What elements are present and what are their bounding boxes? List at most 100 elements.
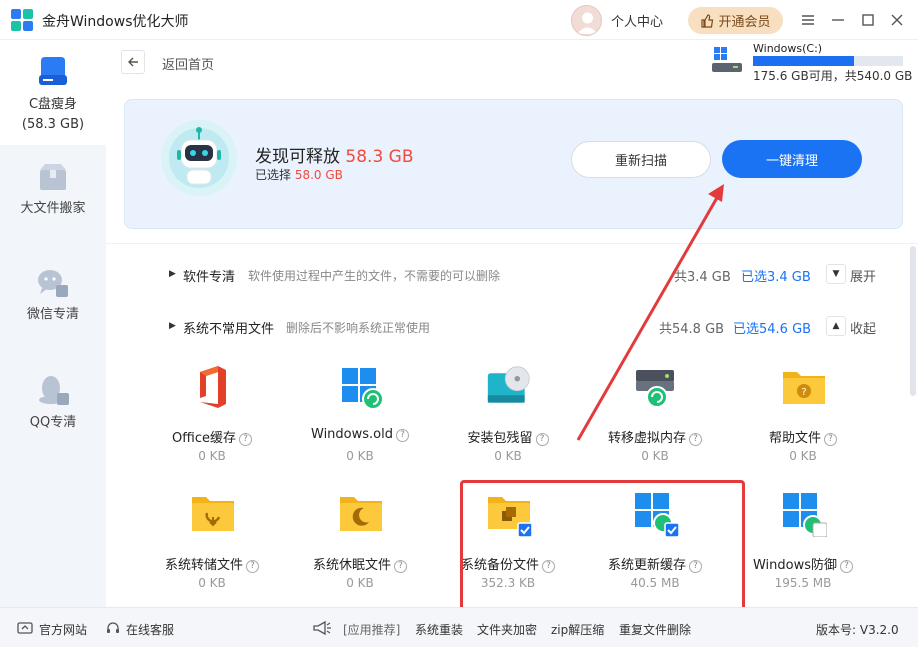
scrollbar[interactable] [910,246,916,396]
section-desc: 软件使用过程中产生的文件，不需要的可以删除 [248,269,501,283]
vip-button-label: 开通会员 [718,15,771,30]
section-toggle-label[interactable]: 展开 [850,266,876,285]
disk-name: Windows(C:) [753,42,823,55]
box-icon [40,164,66,190]
qq-penguin-icon [39,376,69,405]
app-logo-icon [11,9,33,31]
sidebar-item-qq[interactable]: QQ专清 [0,373,106,443]
svg-text:?: ? [801,387,806,398]
tile-name: 转移虚拟内存? [590,427,720,446]
collapse-toggle-button[interactable]: ▲ [826,316,846,336]
sidebar-item-label: 微信专清 [26,307,79,322]
app-recommend-label: [应用推荐] [343,623,401,637]
section-toggle-label[interactable]: 收起 [850,318,876,337]
home-site-icon [17,622,33,634]
top-bar: 返回首页 Windows(C:) 175.6 GB可用，共540.0 GB [106,41,918,93]
tile-system-dump[interactable]: 系统转储文件? 0 KB [147,491,277,601]
section-total: 共3.4 GB [674,270,731,285]
official-site-link[interactable]: 官方网站 [39,621,87,638]
main-panel: 返回首页 Windows(C:) 175.6 GB可用，共540.0 GB 发现… [106,41,918,642]
close-icon [891,14,903,26]
found-title: 发现可释放 58.3 GB [255,142,414,167]
selected-size: 58.0 GB [294,168,343,182]
close-button[interactable] [887,10,907,30]
expand-toggle-button[interactable]: ▼ [826,264,846,284]
tile-size: 195.5 MB [774,576,832,590]
maximize-button[interactable] [858,10,878,30]
sidebar-item-big-file[interactable]: 大文件搬家 [0,161,106,231]
rescan-button[interactable]: 重新扫描 [571,141,711,178]
tile-size: 0 KB [346,576,374,590]
tile-size: 0 KB [494,449,522,463]
windows-drive-icon [712,47,742,72]
tile-name-text: 安装包残留 [467,431,533,446]
minimize-button[interactable] [828,10,848,30]
headset-icon [107,622,119,633]
section-selected: 已选54.6 GB [733,322,812,337]
section-title: 软件专清 [183,270,236,285]
moon-folder-icon [340,497,382,531]
footer-link-folder-encrypt[interactable]: 文件夹加密 [477,621,537,638]
sidebar-item-label: QQ专清 [29,415,77,430]
help-icon[interactable]: ? [238,433,252,446]
tile-install-package[interactable]: 安装包残留? 0 KB [443,364,573,474]
online-service-link[interactable]: 在线客服 [126,621,174,638]
footer-link-duplicate-delete[interactable]: 重复文件删除 [619,621,691,638]
footer-link-system-reinstall[interactable]: 系统重装 [415,621,463,638]
windows-refresh-icon [342,368,384,410]
tile-office-cache[interactable]: Office缓存? 0 KB [147,364,277,474]
section-software: ▶ 软件专清 软件使用过程中产生的文件，不需要的可以删除 共3.4 GB 已选3… [169,264,889,286]
selected-summary: 已选择 58.0 GB [255,166,343,183]
tile-system-hibernate[interactable]: 系统休眠文件? 0 KB [295,491,425,601]
tile-windows-defender[interactable]: Windows防御? 195.5 MB [738,491,868,601]
footer-link-zip[interactable]: zip解压缩 [551,621,604,638]
vip-button[interactable]: 开通会员 [688,7,783,34]
app-title: 金舟Windows优化大师 [42,14,189,30]
tile-name-text: Windows.old [311,427,393,442]
minimize-icon [832,19,844,21]
help-icon[interactable]: ? [689,433,702,446]
tile-name-text: 系统休眠文件 [312,558,391,573]
menu-button[interactable] [798,10,818,30]
tile-size: 0 KB [789,449,817,463]
section-total: 共54.8 GB [659,322,725,337]
user-center-link[interactable]: 个人中心 [611,11,663,30]
wechat-icon [38,270,68,297]
thumbs-up-icon [701,13,714,28]
drive-icon [39,57,67,85]
found-title-prefix: 发现可释放 [255,147,340,167]
section-desc: 删除后不影响系统正常使用 [286,321,431,335]
tile-name-text: Office缓存 [172,431,236,446]
hard-drive-transfer-icon [636,370,674,408]
version-label: 版本号: V3.2.0 [816,623,899,637]
help-folder-icon: ? [783,372,825,404]
tile-windows-old[interactable]: Windows.old? 0 KB [295,364,425,474]
tile-name-text: Windows防御 [752,558,838,573]
tile-name-text: 系统转储文件 [164,558,243,573]
tile-help-files[interactable]: ? 帮助文件? 0 KB [738,364,868,474]
help-icon[interactable]: ? [246,560,259,573]
back-button[interactable] [121,50,145,74]
disk-usage-text: 175.6 GB可用，共540.0 GB [753,69,913,83]
help-icon[interactable]: ? [395,429,409,442]
sidebar: C盘瘦身 (58.3 GB) 大文件搬家 微信专清 QQ专清 [0,41,106,607]
tile-virtual-memory[interactable]: 转移虚拟内存? 0 KB [590,364,720,474]
tile-size: 0 KB [198,449,226,463]
help-icon[interactable]: ? [840,560,854,573]
tile-name-text: 转移虚拟内存 [607,431,686,446]
tile-size: 0 KB [346,449,374,463]
one-click-clean-button[interactable]: 一键清理 [722,140,862,178]
sidebar-item-c-drive[interactable]: C盘瘦身 (58.3 GB) [0,41,106,145]
divider [106,243,918,244]
megaphone-icon [313,620,331,636]
sidebar-item-wechat[interactable]: 微信专清 [0,267,106,337]
section-expand-arrow-icon[interactable]: ▶ [169,269,176,279]
help-icon[interactable]: ? [394,560,407,573]
disc-package-icon [487,366,530,403]
back-home-link[interactable]: 返回首页 [162,54,214,73]
help-icon[interactable]: ? [824,433,837,446]
section-expand-arrow-icon[interactable]: ▶ [169,321,176,331]
avatar[interactable] [571,5,602,36]
help-icon[interactable]: ? [535,433,549,446]
arrow-left-icon [128,57,138,67]
